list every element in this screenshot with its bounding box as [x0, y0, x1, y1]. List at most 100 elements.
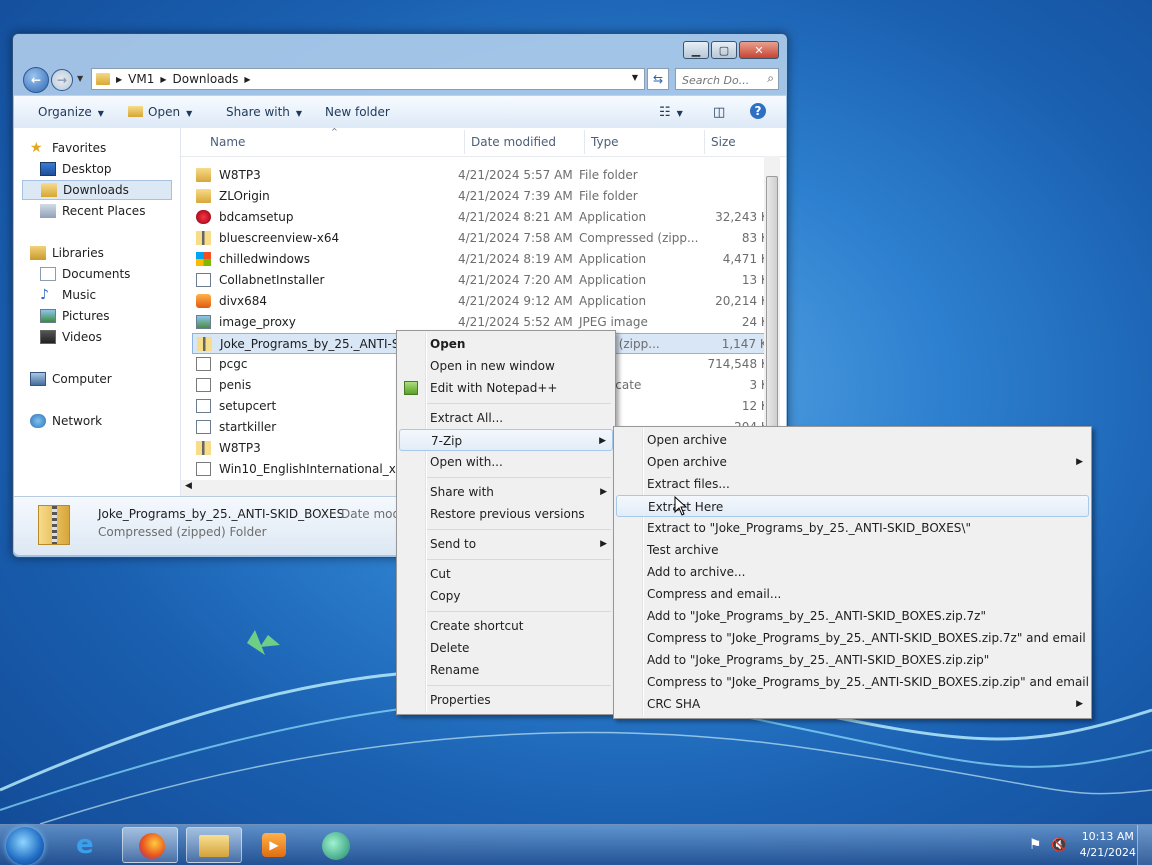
refresh-button[interactable]: ⇆	[647, 68, 669, 90]
taskbar-app[interactable]	[310, 827, 366, 863]
breadcrumb-vm1[interactable]: VM1	[128, 72, 154, 86]
nav-computer[interactable]: Computer	[22, 369, 172, 389]
sevenzip-item[interactable]: Open archive	[616, 429, 1089, 451]
menu-extract-all[interactable]: Extract All...	[399, 407, 613, 429]
sevenzip-item[interactable]: Add to archive...	[616, 561, 1089, 583]
file-name: startkiller	[219, 420, 277, 434]
menu-open[interactable]: Open	[399, 333, 613, 355]
recent-pages-dropdown[interactable]: ▼	[77, 74, 83, 83]
menu-restore-previous[interactable]: Restore previous versions	[399, 503, 613, 525]
search-icon[interactable]: ⌕	[767, 71, 774, 86]
scrollbar-thumb[interactable]	[766, 176, 778, 444]
menu-7zip[interactable]: 7-Zip ▶	[399, 429, 613, 451]
file-name: ZLOrigin	[219, 189, 270, 203]
menu-open-new-window[interactable]: Open in new window	[399, 355, 613, 377]
help-icon[interactable]: ?	[750, 103, 766, 119]
star-icon: ★	[30, 140, 43, 156]
volume-muted-icon[interactable]: 🔇	[1051, 838, 1067, 853]
sevenzip-item[interactable]: Test archive	[616, 539, 1089, 561]
maximize-button[interactable]: ▢	[711, 41, 737, 59]
sevenzip-item[interactable]: Compress and email...	[616, 583, 1089, 605]
sevenzip-item[interactable]: Extract files...	[616, 473, 1089, 495]
file-row[interactable]: bdcamsetup 4/21/2024 8:21 AM Application 32…	[192, 207, 777, 228]
close-button[interactable]: ✕	[739, 41, 779, 59]
nav-pictures[interactable]: Pictures	[22, 306, 172, 326]
menu-edit-notepad[interactable]: Edit with Notepad++	[399, 377, 613, 399]
menu-send-to[interactable]: Send to ▶	[399, 533, 613, 555]
taskbar-explorer[interactable]	[186, 827, 242, 863]
scroll-left-icon[interactable]: ◀	[185, 481, 192, 491]
breadcrumb-downloads[interactable]: Downloads	[173, 72, 239, 86]
column-name[interactable]: Name	[210, 135, 245, 149]
file-name: CollabnetInstaller	[219, 273, 325, 287]
file-type: File folder	[579, 168, 638, 182]
horizontal-scrollbar[interactable]: ◀	[181, 480, 411, 496]
sevenzip-item[interactable]: Add to "Joke_Programs_by_25._ANTI-SKID_B…	[616, 649, 1089, 671]
share-with-button[interactable]: Share with ▼	[226, 105, 302, 119]
forward-button[interactable]: →	[51, 69, 73, 91]
column-date-modified[interactable]: Date modified	[471, 135, 556, 149]
file-name: setupcert	[219, 399, 277, 413]
minimize-button[interactable]: ▁	[683, 41, 709, 59]
show-desktop-button[interactable]	[1137, 825, 1152, 865]
sevenzip-item[interactable]: CRC SHA ▶	[616, 693, 1089, 715]
certificate-icon	[196, 378, 211, 392]
menu-create-shortcut[interactable]: Create shortcut	[399, 615, 613, 637]
address-dropdown-icon[interactable]: ▼	[632, 73, 638, 82]
search-box[interactable]: ⌕	[675, 68, 779, 90]
taskbar-firefox[interactable]	[122, 827, 178, 863]
file-name: W8TP3	[219, 168, 261, 182]
sevenzip-item[interactable]: Compress to "Joke_Programs_by_25._ANTI-S…	[616, 671, 1089, 693]
sort-arrow-icon: ^	[331, 127, 338, 136]
organize-button[interactable]: Organize ▼	[38, 105, 104, 119]
file-row[interactable]: divx684 4/21/2024 9:12 AM Application 20,21…	[192, 291, 777, 312]
menu-share-with[interactable]: Share with ▶	[399, 481, 613, 503]
nav-documents[interactable]: Documents	[22, 264, 172, 284]
breadcrumb-separator-icon[interactable]: ▶	[160, 75, 166, 84]
nav-favorites[interactable]: ★ Favorites	[22, 138, 172, 158]
file-row[interactable]: chilledwindows 4/21/2024 8:19 AM Applicati…	[192, 249, 777, 270]
menu-open-with[interactable]: Open with...	[399, 451, 613, 473]
menu-copy[interactable]: Copy	[399, 585, 613, 607]
menu-rename[interactable]: Rename	[399, 659, 613, 681]
nav-downloads[interactable]: Downloads	[22, 180, 172, 200]
nav-libraries[interactable]: Libraries	[22, 243, 172, 263]
file-row[interactable]: W8TP3 4/21/2024 5:57 AM File folder	[192, 165, 767, 186]
file-row[interactable]: bluescreenview-x64 4/21/2024 7:58 AM Compr…	[192, 228, 777, 249]
action-center-flag-icon[interactable]: ⚑	[1029, 837, 1042, 853]
new-folder-button[interactable]: New folder	[325, 105, 390, 119]
menu-cut[interactable]: Cut	[399, 563, 613, 585]
clock-time: 10:13 AM	[1081, 830, 1134, 843]
address-bar[interactable]: ▶ VM1 ▶ Downloads ▶ ▼	[91, 68, 645, 90]
sevenzip-item[interactable]: Extract to "Joke_Programs_by_25._ANTI-SK…	[616, 517, 1089, 539]
file-date: 4/21/2024 9:12 AM	[458, 294, 573, 308]
column-type[interactable]: Type	[591, 135, 619, 149]
preview-pane-icon[interactable]: ◫	[713, 105, 725, 120]
nav-network[interactable]: Network	[22, 411, 172, 431]
nav-videos[interactable]: Videos	[22, 327, 172, 347]
sevenzip-item[interactable]: Add to "Joke_Programs_by_25._ANTI-SKID_B…	[616, 605, 1089, 627]
menu-properties[interactable]: Properties	[399, 689, 613, 711]
clock[interactable]: 10:13 AM 4/21/2024	[1080, 829, 1136, 861]
open-button[interactable]: Open ▼	[128, 105, 192, 119]
breadcrumb-separator-icon[interactable]: ▶	[244, 75, 250, 84]
sevenzip-item[interactable]: Compress to "Joke_Programs_by_25._ANTI-S…	[616, 627, 1089, 649]
column-size[interactable]: Size	[711, 135, 736, 149]
taskbar-media-player[interactable]: ▶	[246, 827, 302, 863]
nav-desktop[interactable]: Desktop	[22, 159, 172, 179]
nav-music[interactable]: ♪ Music	[22, 285, 172, 305]
file-date: 4/21/2024 7:58 AM	[458, 231, 573, 245]
file-type: Application	[579, 294, 647, 308]
view-options-icon[interactable]: ☷ ▼	[659, 105, 683, 120]
search-input[interactable]	[680, 70, 762, 90]
breadcrumb-separator-icon[interactable]: ▶	[116, 75, 122, 84]
nav-recent-places[interactable]: Recent Places	[22, 201, 172, 221]
column-headers: Name ^ Date modified Type Size	[181, 127, 786, 157]
start-button[interactable]	[6, 827, 44, 865]
sevenzip-item[interactable]: Open archive ▶	[616, 451, 1089, 473]
file-row[interactable]: CollabnetInstaller 4/21/2024 7:20 AM Appli…	[192, 270, 777, 291]
taskbar-internet-explorer[interactable]: e	[62, 827, 118, 863]
menu-delete[interactable]: Delete	[399, 637, 613, 659]
file-row[interactable]: ZLOrigin 4/21/2024 7:39 AM File folder	[192, 186, 767, 207]
back-button[interactable]: ←	[23, 67, 49, 93]
